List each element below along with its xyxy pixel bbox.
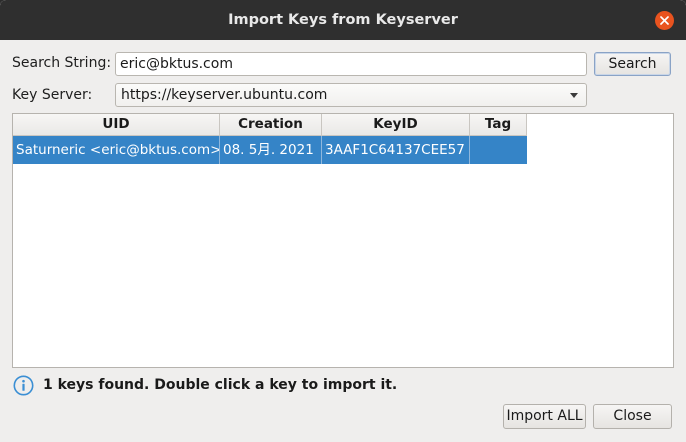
- window-title: Import Keys from Keyserver: [228, 12, 458, 28]
- search-button[interactable]: Search: [594, 52, 671, 76]
- column-header-uid[interactable]: UID: [13, 114, 220, 136]
- column-header-creation-date[interactable]: Creation date: [220, 114, 322, 153]
- info-icon: [13, 375, 34, 395]
- table-header: UID Creation date KeyID Tag: [13, 114, 527, 153]
- search-string-label: Search String:: [12, 55, 112, 71]
- table-row[interactable]: Saturneric <eric@bktus.com> 08. 5月. 2021…: [13, 136, 527, 164]
- status-message: 1 keys found. Double click a key to impo…: [43, 377, 398, 393]
- close-button[interactable]: Close: [593, 404, 672, 429]
- dropdown-arrow-icon: [570, 93, 578, 98]
- key-server-select[interactable]: https://keyserver.ubuntu.com: [115, 83, 587, 107]
- import-all-button[interactable]: Import ALL: [503, 404, 586, 429]
- title-bar[interactable]: Import Keys from Keyserver: [0, 0, 686, 40]
- cell-creation-date: 08. 5月. 2021: [220, 136, 322, 164]
- key-server-label: Key Server:: [12, 87, 93, 103]
- import-keys-dialog: Import Keys from Keyserver Search String…: [0, 0, 686, 442]
- cell-tag: [470, 136, 527, 164]
- window-close-button[interactable]: [655, 11, 674, 30]
- close-icon: [660, 16, 669, 25]
- column-header-keyid[interactable]: KeyID: [322, 114, 470, 136]
- search-input[interactable]: [115, 52, 587, 76]
- cell-keyid: 3AAF1C64137CEE57: [322, 136, 470, 164]
- column-header-tag[interactable]: Tag: [470, 114, 527, 136]
- key-server-value: https://keyserver.ubuntu.com: [121, 87, 328, 103]
- keys-table[interactable]: UID Creation date KeyID Tag Saturneric <…: [12, 113, 674, 368]
- status-bar: 1 keys found. Double click a key to impo…: [13, 374, 397, 396]
- cell-uid: Saturneric <eric@bktus.com>: [13, 136, 220, 164]
